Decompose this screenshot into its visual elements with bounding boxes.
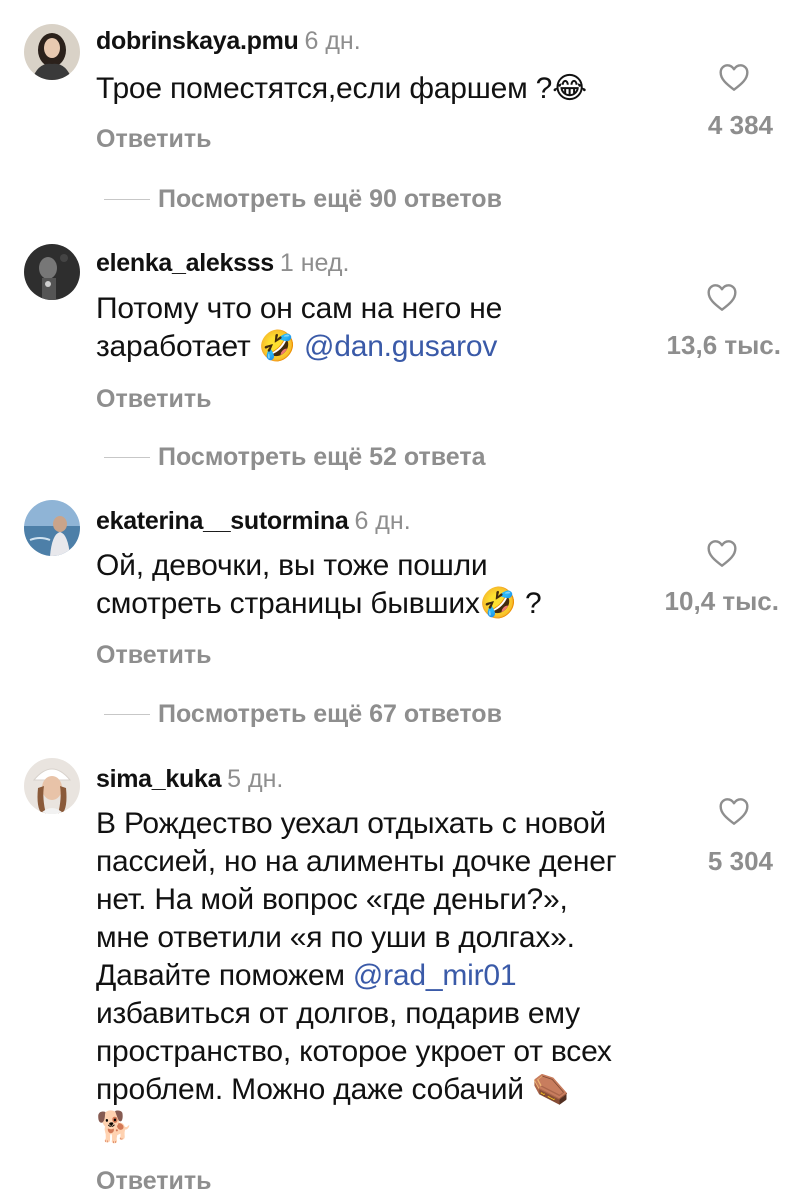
- comment-text-line: пассией, но на алименты дочке денег: [96, 845, 617, 878]
- view-more-replies[interactable]: Посмотреть ещё 52 ответа: [96, 442, 696, 472]
- heart-icon[interactable]: [706, 538, 738, 568]
- avatar[interactable]: [24, 244, 80, 300]
- heart-icon[interactable]: [718, 62, 750, 92]
- mention-link[interactable]: @rad_mir01: [353, 959, 517, 992]
- avatar-photo-dark-hair-icon: [24, 24, 80, 80]
- timestamp: 6 дн.: [354, 507, 411, 535]
- comment-text-fragment: заработает 🤣: [96, 330, 304, 363]
- comment-text-line: нет. На мой вопрос «где деньги?»,: [96, 883, 568, 916]
- comment-text-line: мне ответили «я по уши в долгах».: [96, 921, 575, 954]
- like-count: 13,6 тыс.: [666, 330, 781, 360]
- reply-button[interactable]: Ответить: [96, 1166, 212, 1196]
- mention-link[interactable]: @dan.gusarov: [304, 330, 497, 363]
- avatar[interactable]: [24, 758, 80, 814]
- avatar-photo-monochrome-icon: [24, 244, 80, 300]
- comment-text: В Рождество уехал отдыхать с новой пасси…: [96, 805, 617, 1147]
- comment-text-line: заработает 🤣 @dan.gusarov: [96, 328, 502, 366]
- comment-text-line: Давайте поможем @rad_mir01: [96, 957, 616, 995]
- comment-text: Ой, девочки, вы тоже пошли смотреть стра…: [96, 547, 542, 623]
- view-more-replies[interactable]: Посмотреть ещё 90 ответов: [96, 184, 696, 214]
- comment-text-line: 🐕: [96, 1111, 134, 1144]
- reply-button[interactable]: Ответить: [96, 640, 212, 670]
- comment-text: Потому что он сам на него не заработает …: [96, 290, 502, 366]
- heart-icon[interactable]: [706, 282, 738, 312]
- heart-icon[interactable]: [718, 796, 750, 826]
- reply-button[interactable]: Ответить: [96, 124, 212, 154]
- username[interactable]: ekaterina__sutormina: [96, 507, 349, 535]
- comment-text: Трое поместятся,если фаршем ?😂: [96, 72, 588, 105]
- like-count: 4 384: [707, 110, 773, 140]
- comment-text-line: Ой, девочки, вы тоже пошли: [96, 549, 488, 582]
- comment-text-line: избавиться от долгов, подарив ему: [96, 997, 580, 1030]
- like-count: 10,4 тыс.: [664, 586, 779, 616]
- comment-header: elenka_aleksss 1 нед.: [96, 248, 349, 278]
- comment-text-fragment: Давайте поможем: [96, 959, 353, 992]
- timestamp: 5 дн.: [227, 765, 284, 793]
- avatar[interactable]: [24, 500, 80, 556]
- comment-header: sima_kuka 5 дн.: [96, 764, 283, 794]
- view-more-replies-label[interactable]: Посмотреть ещё 67 ответов: [158, 699, 502, 729]
- view-more-replies[interactable]: Посмотреть ещё 67 ответов: [96, 699, 696, 729]
- username[interactable]: dobrinskaya.pmu: [96, 27, 299, 55]
- like-count: 5 304: [707, 846, 773, 876]
- comment-header: dobrinskaya.pmu 6 дн.: [96, 26, 361, 56]
- timestamp: 1 нед.: [279, 249, 350, 277]
- view-more-replies-label[interactable]: Посмотреть ещё 90 ответов: [158, 184, 502, 214]
- avatar[interactable]: [24, 24, 80, 80]
- reply-button[interactable]: Ответить: [96, 384, 212, 414]
- comment-text-line: В Рождество уехал отдыхать с новой: [96, 807, 606, 840]
- divider: [104, 199, 150, 200]
- comment-text-line: Потому что он сам на него не: [96, 292, 503, 325]
- divider: [104, 714, 150, 715]
- comment-text-line: смотреть страницы бывших🤣 ?: [96, 587, 542, 620]
- timestamp: 6 дн.: [304, 27, 361, 55]
- username[interactable]: elenka_aleksss: [96, 249, 274, 277]
- comment-header: ekaterina__sutormina 6 дн.: [96, 506, 411, 536]
- avatar-photo-sea-icon: [24, 500, 80, 556]
- view-more-replies-label[interactable]: Посмотреть ещё 52 ответа: [158, 442, 486, 472]
- comment-text-line: пространство, которое укроет от всех: [96, 1035, 612, 1068]
- username[interactable]: sima_kuka: [96, 765, 221, 793]
- divider: [104, 457, 150, 458]
- avatar-photo-white-hat-icon: [24, 758, 80, 814]
- comment-text-line: проблем. Можно даже собачий ⚰️: [96, 1073, 570, 1106]
